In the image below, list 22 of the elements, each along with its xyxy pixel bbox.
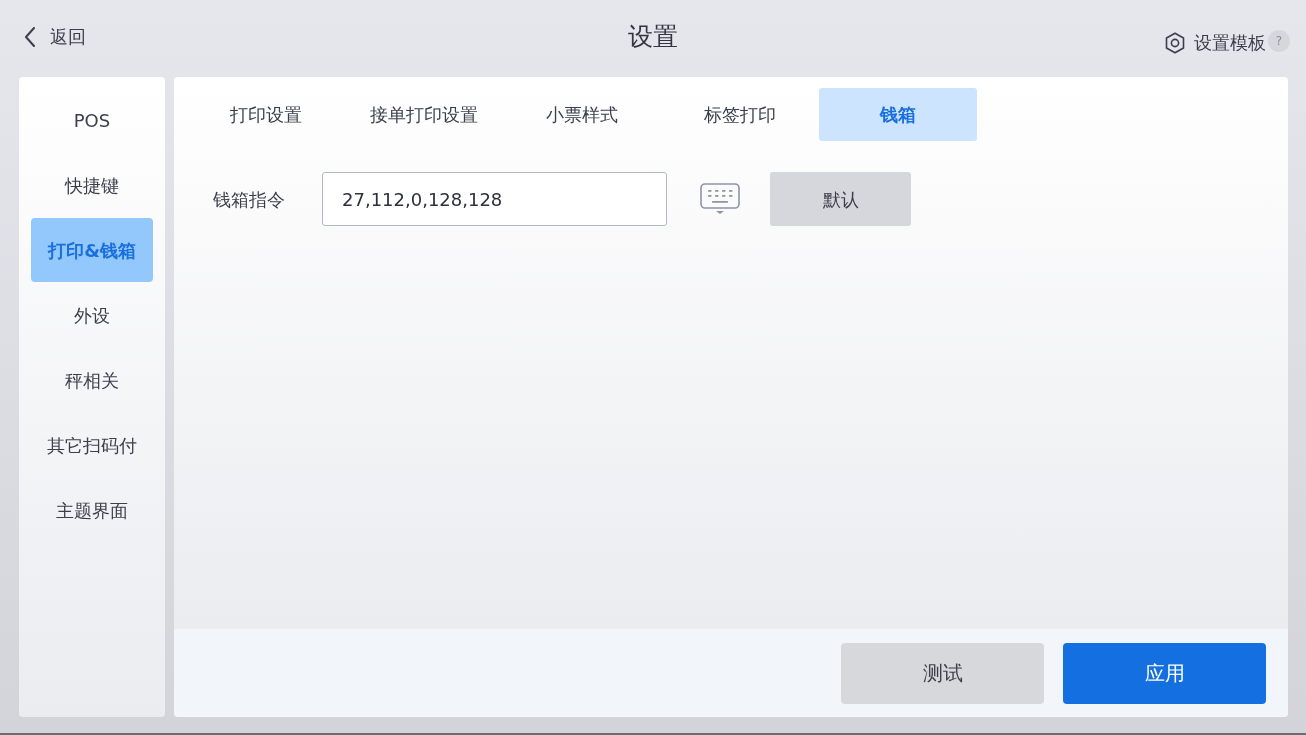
tab[interactable]: 小票样式 bbox=[503, 88, 661, 141]
settings-icon bbox=[1165, 32, 1185, 54]
template-button[interactable]: 设置模板 bbox=[1165, 30, 1266, 56]
page-title: 设置 bbox=[628, 21, 678, 53]
sidebar-item[interactable]: POS bbox=[31, 88, 153, 152]
keyboard-icon[interactable] bbox=[700, 183, 740, 215]
sidebar-item[interactable]: 秤相关 bbox=[31, 348, 153, 412]
default-button[interactable]: 默认 bbox=[770, 172, 911, 226]
tab[interactable]: 钱箱 bbox=[819, 88, 977, 141]
sidebar-item[interactable]: 外设 bbox=[31, 283, 153, 347]
sidebar-item[interactable]: 快捷键 bbox=[31, 153, 153, 217]
field-label: 钱箱指令 bbox=[213, 187, 286, 212]
back-button[interactable]: 返回 bbox=[24, 24, 86, 50]
tab[interactable]: 接单打印设置 bbox=[345, 88, 503, 141]
footer-button[interactable]: 应用 bbox=[1063, 642, 1266, 704]
sidebar-item[interactable]: 主题界面 bbox=[31, 478, 153, 542]
back-chevron-icon bbox=[24, 27, 36, 47]
footer-button[interactable]: 测试 bbox=[841, 642, 1044, 704]
input-field[interactable]: 27,112,0,128,128 bbox=[322, 172, 667, 226]
tab[interactable]: 标签打印 bbox=[661, 88, 819, 141]
sidebar-item[interactable]: 其它扫码付 bbox=[31, 413, 153, 477]
tab[interactable]: 打印设置 bbox=[187, 88, 345, 141]
